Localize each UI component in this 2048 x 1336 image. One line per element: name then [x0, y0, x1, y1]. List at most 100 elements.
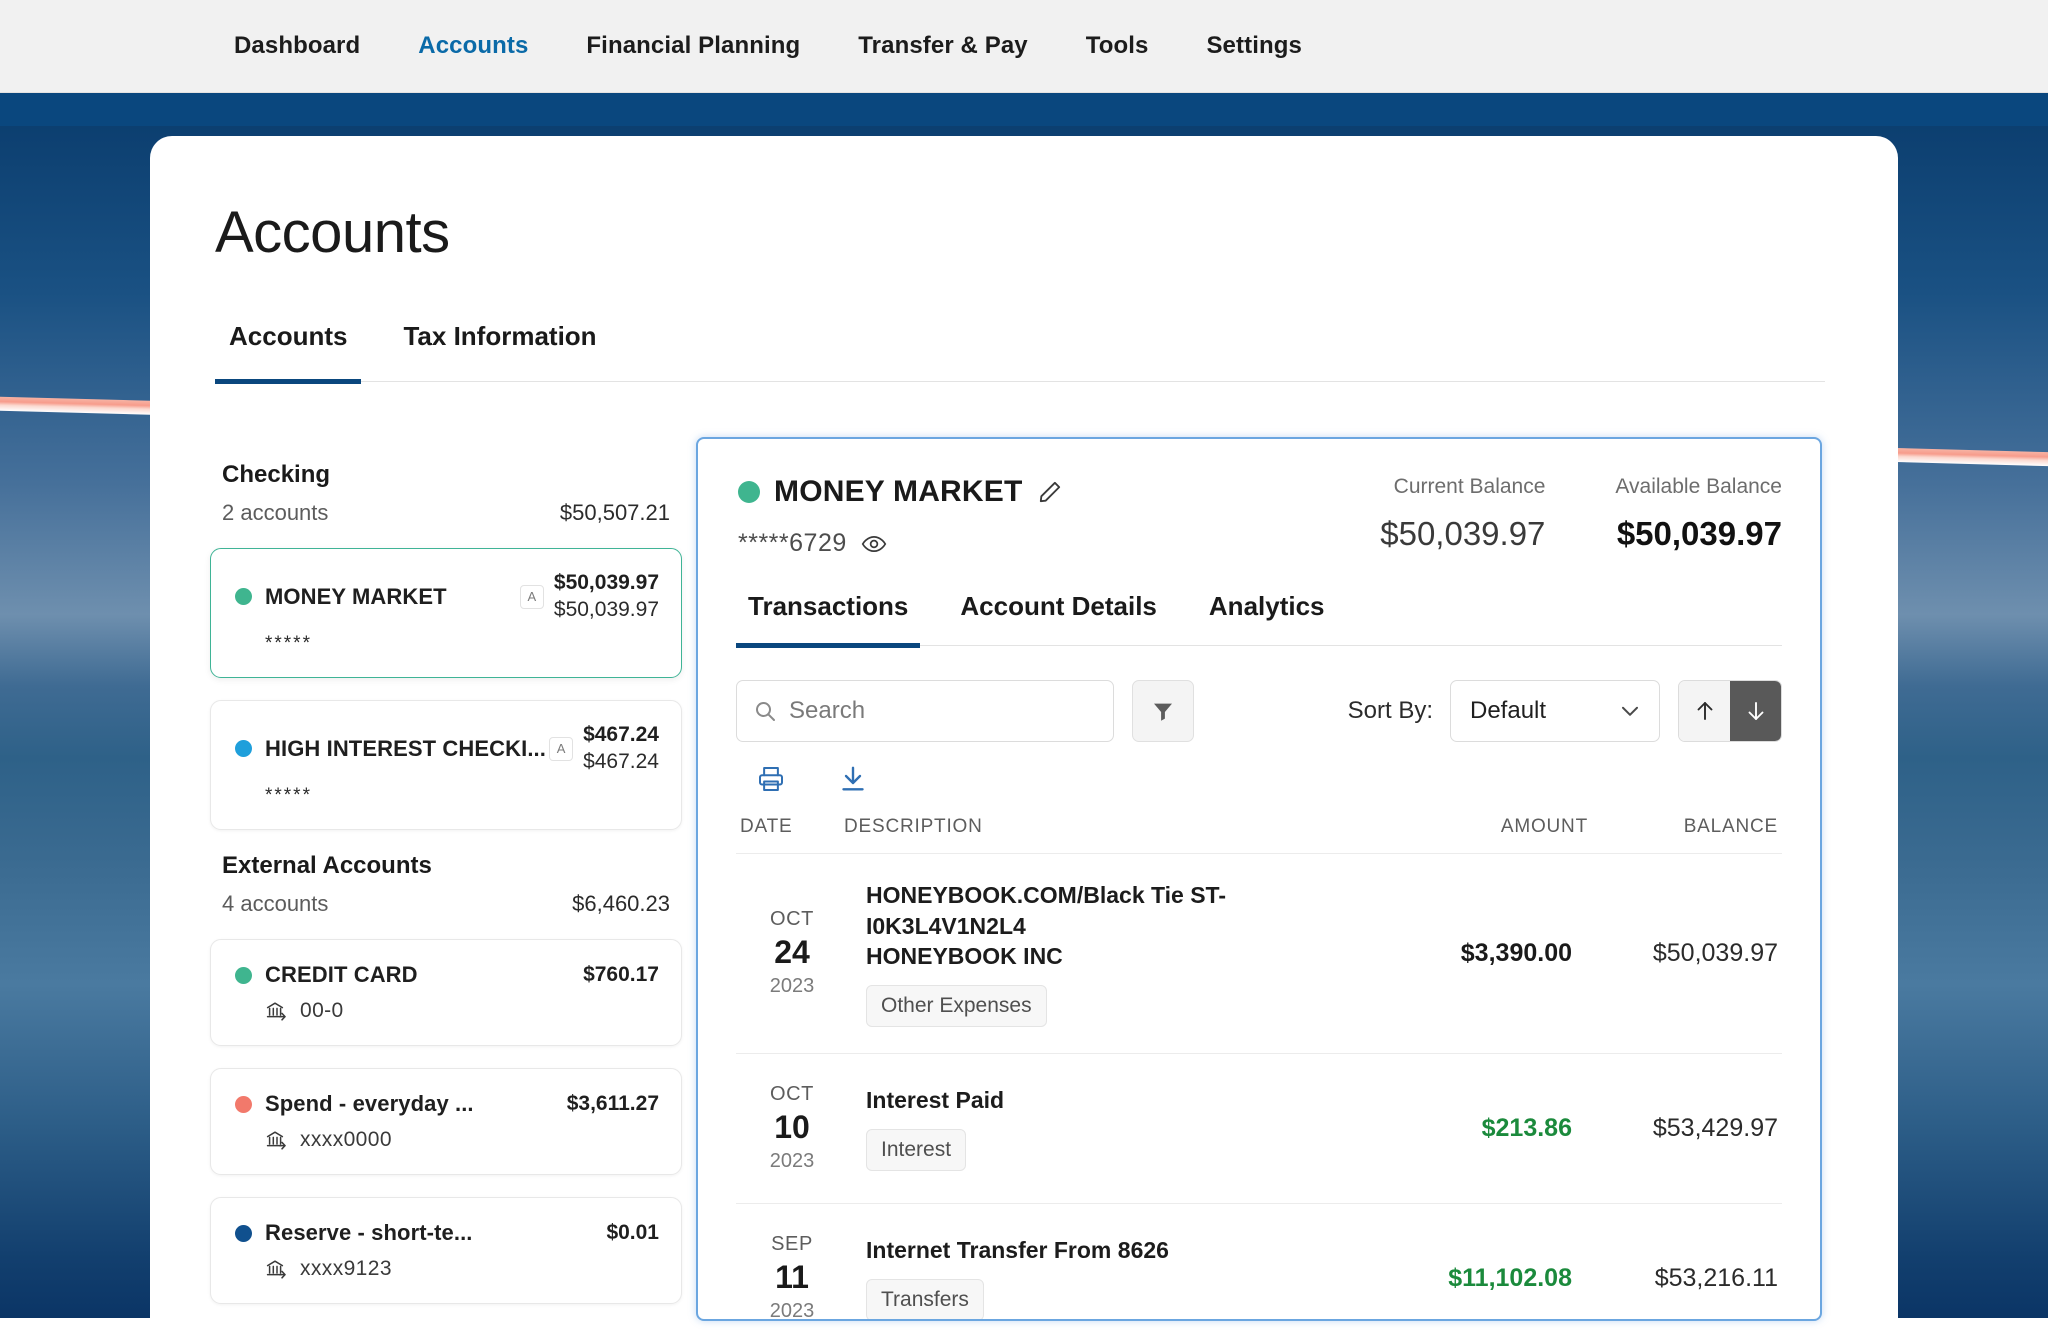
search-input[interactable] — [789, 697, 1097, 725]
transactions-toolbar: Sort By: Default — [736, 680, 1782, 742]
nav-item-dashboard[interactable]: Dashboard — [205, 22, 389, 70]
transaction-amount: $11,102.08 — [1448, 1263, 1572, 1292]
account-title-row: MONEY MARKET — [738, 475, 1063, 509]
account-card-top: Reserve - short-te... $0.01 — [235, 1220, 659, 1246]
account-card[interactable]: Reserve - short-te... $0.01 xxxx9123 — [210, 1197, 682, 1304]
sort-direction-toggle — [1678, 680, 1782, 742]
table-body: OCT 24 2023 HONEYBOOK.COM/Black Tie ST-I0K3… — [736, 854, 1782, 1319]
available-balance-label: Available Balance — [1615, 475, 1782, 498]
nav-item-transfer-pay[interactable]: Transfer & Pay — [829, 22, 1056, 70]
page-tabs: Accounts Tax Information — [215, 318, 1825, 384]
account-mask: ***** — [265, 633, 312, 654]
account-group-total: $6,460.23 — [572, 891, 670, 916]
top-nav-items: Dashboard Accounts Financial Planning Trans… — [205, 22, 1331, 70]
table-row[interactable]: OCT 10 2023 Interest Paid Interest $213.86 $53… — [736, 1054, 1782, 1204]
column-header-amount: AMOUNT — [1500, 816, 1588, 837]
account-detail-panel: MONEY MARKET *****6729 Current Balance $… — [696, 437, 1822, 1321]
bank-transfer-icon — [265, 999, 289, 1023]
download-button[interactable] — [838, 764, 868, 794]
tab-accounts[interactable]: Accounts — [215, 321, 362, 384]
sort-controls: Sort By: Default — [1348, 680, 1782, 742]
search-field[interactable] — [736, 680, 1114, 742]
transaction-day: 11 — [775, 1259, 809, 1296]
transaction-month: OCT — [769, 1083, 815, 1106]
balances: Current Balance $50,039.97 Available Bal… — [1310, 475, 1782, 553]
account-type-badge: A — [519, 584, 544, 609]
account-card-bottom: ***** — [235, 633, 659, 655]
transaction-balance: $53,429.97 — [1652, 1113, 1778, 1142]
account-status-dot-icon — [235, 1224, 252, 1242]
nav-item-settings[interactable]: Settings — [1177, 22, 1330, 70]
transaction-balance: $53,216.11 — [1654, 1263, 1778, 1292]
page-title: Accounts — [215, 200, 450, 265]
account-detail-header: MONEY MARKET *****6729 Current Balance $… — [698, 439, 1820, 558]
sort-descending-button[interactable] — [1730, 681, 1781, 741]
tab-tax-information[interactable]: Tax Information — [389, 321, 610, 384]
account-card-bottom: 00-0 — [235, 999, 659, 1023]
account-group-count: 4 accounts — [222, 891, 329, 916]
transaction-day: 10 — [774, 1109, 810, 1146]
transaction-year: 2023 — [769, 1150, 815, 1173]
current-balance-label: Current Balance — [1393, 475, 1546, 498]
account-list-sidebar: Checking 2 accounts $50,507.21 MONEY MARKET… — [210, 461, 682, 1326]
account-secondary-balance: $50,039.97 — [553, 598, 659, 621]
account-primary-balance: $467.24 — [583, 723, 659, 746]
account-card-name: CREDIT CARD — [265, 962, 418, 987]
account-group-summary: 4 accounts $6,460.23 — [210, 891, 682, 917]
transaction-category-tag[interactable]: Transfers — [866, 1279, 984, 1319]
table-row[interactable]: SEP 11 2023 Internet Transfer From 8626 Tran… — [736, 1204, 1782, 1319]
transaction-day: 24 — [774, 934, 810, 971]
eye-reveal-icon[interactable] — [861, 531, 887, 557]
account-card-top: HIGH INTEREST CHECKI... A $467.24 $467.24 — [235, 723, 659, 774]
bank-transfer-icon — [265, 1128, 289, 1152]
sort-by-label: Sort By: — [1347, 697, 1433, 724]
account-group-count: 2 accounts — [222, 500, 329, 525]
detail-tab-account-details[interactable]: Account Details — [948, 591, 1169, 648]
nav-item-tools[interactable]: Tools — [1057, 22, 1178, 70]
account-mask-row: *****6729 — [738, 529, 1063, 558]
table-header-row: DATE DESCRIPTION AMOUNT BALANCE — [736, 816, 1782, 854]
nav-item-financial-planning[interactable]: Financial Planning — [557, 22, 829, 70]
account-mask: ***** — [265, 785, 312, 806]
account-card-bottom: xxxx0000 — [235, 1128, 659, 1152]
column-header-date: DATE — [740, 816, 793, 837]
print-button[interactable] — [756, 764, 786, 794]
current-balance-block: Current Balance $50,039.97 — [1380, 475, 1545, 553]
account-status-dot-icon — [235, 588, 252, 605]
edit-pencil-icon[interactable] — [1037, 479, 1063, 505]
table-row[interactable]: OCT 24 2023 HONEYBOOK.COM/Black Tie ST-I0K3… — [736, 854, 1782, 1054]
transaction-description-line1: Internet Transfer From 8626 — [866, 1237, 1169, 1264]
available-balance-block: Available Balance $50,039.97 — [1615, 475, 1782, 553]
account-card[interactable]: HIGH INTEREST CHECKI... A $467.24 $467.24 **… — [210, 700, 682, 830]
account-card[interactable]: CREDIT CARD $760.17 00-0 — [210, 939, 682, 1046]
account-card[interactable]: MONEY MARKET A $50,039.97 $50,039.97 ***** — [210, 548, 682, 678]
transaction-actions — [736, 764, 1782, 794]
account-card-name: Reserve - short-te... — [265, 1220, 473, 1245]
transaction-category-tag[interactable]: Other Expenses — [866, 984, 1047, 1027]
funnel-icon — [1151, 699, 1175, 723]
transaction-description-line2: HONEYBOOK INC — [866, 943, 1063, 970]
account-card-top: Spend - everyday ... $3,611.27 — [235, 1091, 659, 1117]
transaction-description-line1: HONEYBOOK.COM/Black Tie ST-I0K3L4V1N2L4 — [866, 882, 1226, 939]
account-status-dot-icon — [235, 1095, 252, 1113]
detail-tab-analytics[interactable]: Analytics — [1197, 591, 1337, 648]
transaction-category-tag[interactable]: Interest — [866, 1129, 967, 1172]
bank-transfer-icon — [265, 1257, 289, 1281]
column-header-balance: BALANCE — [1683, 816, 1778, 837]
account-card-bottom: xxxx9123 — [235, 1257, 659, 1281]
transaction-description: HONEYBOOK.COM/Black Tie ST-I0K3L4V1N2L4 H… — [844, 880, 1360, 1027]
account-card-balances: $467.24 $467.24 — [583, 723, 659, 774]
account-card[interactable]: Spend - everyday ... $3,611.27 xxxx0000 — [210, 1068, 682, 1175]
sort-by-select[interactable]: Default — [1450, 680, 1660, 742]
sort-ascending-button[interactable] — [1679, 681, 1730, 741]
account-secondary-balance: $467.24 — [583, 750, 659, 773]
nav-item-accounts[interactable]: Accounts — [389, 22, 557, 70]
account-card-balances: $50,039.97 $50,039.97 — [554, 571, 659, 622]
transaction-date: OCT 10 2023 — [740, 1083, 844, 1173]
account-card-balances: $0.01 — [606, 1221, 659, 1245]
filter-button[interactable] — [1132, 680, 1194, 742]
brand-color-band — [0, 93, 2048, 126]
top-navigation-bar: Dashboard Accounts Financial Planning Trans… — [0, 0, 2048, 93]
column-header-description: DESCRIPTION — [844, 816, 983, 837]
detail-tab-transactions[interactable]: Transactions — [736, 591, 921, 648]
